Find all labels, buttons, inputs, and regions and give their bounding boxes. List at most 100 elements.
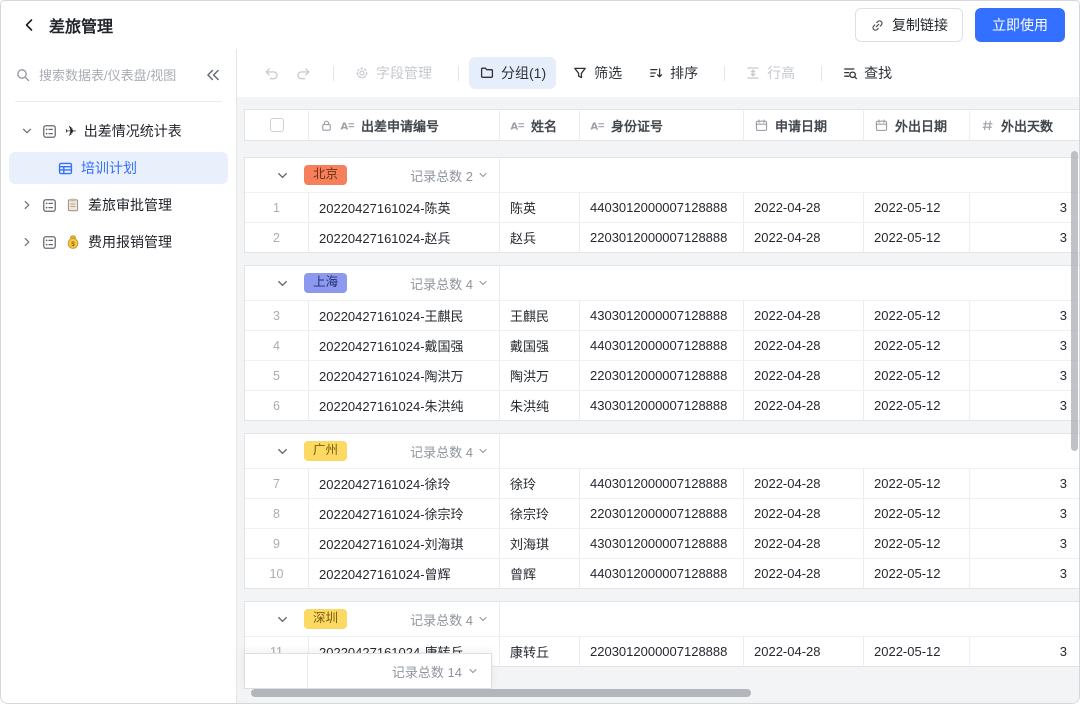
- table-row[interactable]: 3 20220427161024-王麒民 王麒民 430301200000712888…: [245, 300, 1079, 330]
- toolbar-button-sort[interactable]: 排序: [638, 57, 708, 89]
- column-header[interactable]: A 姓名: [500, 110, 580, 140]
- cell[interactable]: 2022-05-12: [864, 469, 970, 498]
- tree-item-table[interactable]: $ 费用报销管理: [9, 226, 228, 258]
- cell[interactable]: 徐宗玲: [500, 499, 580, 528]
- cell[interactable]: 20220427161024-王麒民: [309, 301, 500, 330]
- table-row[interactable]: 2 20220427161024-赵兵 赵兵 2203012000007128888 2…: [245, 222, 1079, 252]
- cell[interactable]: 2203012000007128888: [580, 637, 744, 666]
- cell[interactable]: 3: [970, 193, 1079, 222]
- cell[interactable]: 2022-04-28: [744, 499, 864, 528]
- cell[interactable]: 20220427161024-徐玲: [309, 469, 500, 498]
- collapse-group-button[interactable]: [275, 276, 290, 291]
- collapse-sidebar-button[interactable]: [204, 66, 222, 84]
- toolbar-button-group[interactable]: 分组(1): [469, 57, 557, 89]
- cell[interactable]: 4303012000007128888: [580, 529, 744, 558]
- cell[interactable]: 2022-05-12: [864, 391, 970, 420]
- cell[interactable]: 2203012000007128888: [580, 499, 744, 528]
- cell[interactable]: 2022-04-28: [744, 559, 864, 588]
- column-header[interactable]: 外出天数: [970, 110, 1079, 140]
- toolbar-button-find[interactable]: 查找: [832, 57, 902, 89]
- cell[interactable]: 2022-05-12: [864, 331, 970, 360]
- cell[interactable]: 20220427161024-陈英: [309, 193, 500, 222]
- back-button[interactable]: [15, 11, 43, 39]
- table-row[interactable]: 9 20220427161024-刘海琪 刘海琪 430301200000712888…: [245, 528, 1079, 558]
- group-count-dropdown[interactable]: 记录总数 2: [410, 166, 499, 185]
- cell[interactable]: 4403012000007128888: [580, 331, 744, 360]
- cell[interactable]: 2022-05-12: [864, 223, 970, 252]
- cell[interactable]: 2022-05-12: [864, 193, 970, 222]
- cell[interactable]: 陈英: [500, 193, 580, 222]
- table-row[interactable]: 8 20220427161024-徐宗玲 徐宗玲 220301200000712888…: [245, 498, 1079, 528]
- cell[interactable]: 戴国强: [500, 331, 580, 360]
- horizontal-scrollbar[interactable]: [251, 689, 751, 697]
- cell[interactable]: 20220427161024-朱洪纯: [309, 391, 500, 420]
- cell[interactable]: 3: [970, 361, 1079, 390]
- column-header[interactable]: 外出日期: [864, 110, 970, 140]
- vertical-scrollbar[interactable]: [1071, 151, 1078, 451]
- cell[interactable]: 3: [970, 637, 1079, 666]
- cell[interactable]: 2022-05-12: [864, 499, 970, 528]
- cell[interactable]: 陶洪万: [500, 361, 580, 390]
- cell[interactable]: 2203012000007128888: [580, 361, 744, 390]
- cell[interactable]: 2022-05-12: [864, 529, 970, 558]
- cell[interactable]: 20220427161024-刘海琪: [309, 529, 500, 558]
- cell[interactable]: 3: [970, 499, 1079, 528]
- cell[interactable]: 刘海琪: [500, 529, 580, 558]
- copy-link-button[interactable]: 复制链接: [855, 8, 963, 42]
- cell[interactable]: 2022-04-28: [744, 637, 864, 666]
- chevron-right-icon[interactable]: [20, 198, 34, 212]
- cell[interactable]: 2022-05-12: [864, 637, 970, 666]
- cell[interactable]: 王麒民: [500, 301, 580, 330]
- cell[interactable]: 4403012000007128888: [580, 559, 744, 588]
- table-row[interactable]: 10 20220427161024-曾辉 曾辉 4403012000007128888…: [245, 558, 1079, 588]
- cell[interactable]: 4303012000007128888: [580, 391, 744, 420]
- cell[interactable]: 朱洪纯: [500, 391, 580, 420]
- table-row[interactable]: 7 20220427161024-徐玲 徐玲 4403012000007128888 2…: [245, 468, 1079, 498]
- cell[interactable]: 曾辉: [500, 559, 580, 588]
- table-row[interactable]: 6 20220427161024-朱洪纯 朱洪纯 430301200000712888…: [245, 390, 1079, 420]
- table-row[interactable]: 4 20220427161024-戴国强 戴国强 440301200000712888…: [245, 330, 1079, 360]
- chevron-right-icon[interactable]: [20, 235, 34, 249]
- cell[interactable]: 2022-04-28: [744, 469, 864, 498]
- tree-item-table[interactable]: ✈ 出差情况统计表: [9, 115, 228, 147]
- column-header[interactable]: A 身份证号: [580, 110, 744, 140]
- cell[interactable]: 20220427161024-戴国强: [309, 331, 500, 360]
- group-count-dropdown[interactable]: 记录总数 4: [410, 442, 499, 461]
- cell[interactable]: 4403012000007128888: [580, 193, 744, 222]
- cell[interactable]: 4303012000007128888: [580, 301, 744, 330]
- collapse-group-button[interactable]: [275, 612, 290, 627]
- cell[interactable]: 2022-04-28: [744, 391, 864, 420]
- table-row[interactable]: 1 20220427161024-陈英 陈英 4403012000007128888 2…: [245, 192, 1079, 222]
- cell[interactable]: 3: [970, 391, 1079, 420]
- cell[interactable]: 徐玲: [500, 469, 580, 498]
- cell[interactable]: 20220427161024-曾辉: [309, 559, 500, 588]
- tree-item-view[interactable]: 培训计划: [9, 152, 228, 184]
- group-count-dropdown[interactable]: 记录总数 4: [410, 610, 499, 629]
- cell[interactable]: 3: [970, 469, 1079, 498]
- cell[interactable]: 2022-05-12: [864, 559, 970, 588]
- cell[interactable]: 2022-05-12: [864, 361, 970, 390]
- column-header[interactable]: A 出差申请编号: [309, 110, 500, 140]
- column-header[interactable]: 申请日期: [744, 110, 864, 140]
- chevron-down-icon[interactable]: [20, 124, 34, 138]
- tree-item-table[interactable]: 差旅审批管理: [9, 189, 228, 221]
- cell[interactable]: 4403012000007128888: [580, 469, 744, 498]
- cell[interactable]: 2022-04-28: [744, 223, 864, 252]
- cell[interactable]: 20220427161024-徐宗玲: [309, 499, 500, 528]
- cell[interactable]: 2203012000007128888: [580, 223, 744, 252]
- collapse-group-button[interactable]: [275, 444, 290, 459]
- cell[interactable]: 赵兵: [500, 223, 580, 252]
- collapse-group-button[interactable]: [275, 168, 290, 183]
- cell[interactable]: 3: [970, 529, 1079, 558]
- cell[interactable]: 20220427161024-陶洪万: [309, 361, 500, 390]
- cell[interactable]: 康转丘: [500, 637, 580, 666]
- cell[interactable]: 2022-04-28: [744, 529, 864, 558]
- cell[interactable]: 3: [970, 301, 1079, 330]
- cell[interactable]: 2022-04-28: [744, 331, 864, 360]
- cell[interactable]: 3: [970, 331, 1079, 360]
- record-count-dropdown[interactable]: 记录总数 14: [308, 662, 491, 681]
- use-now-button[interactable]: 立即使用: [975, 8, 1065, 42]
- table-row[interactable]: 5 20220427161024-陶洪万 陶洪万 220301200000712888…: [245, 360, 1079, 390]
- select-all-checkbox[interactable]: [269, 118, 284, 132]
- cell[interactable]: 2022-04-28: [744, 193, 864, 222]
